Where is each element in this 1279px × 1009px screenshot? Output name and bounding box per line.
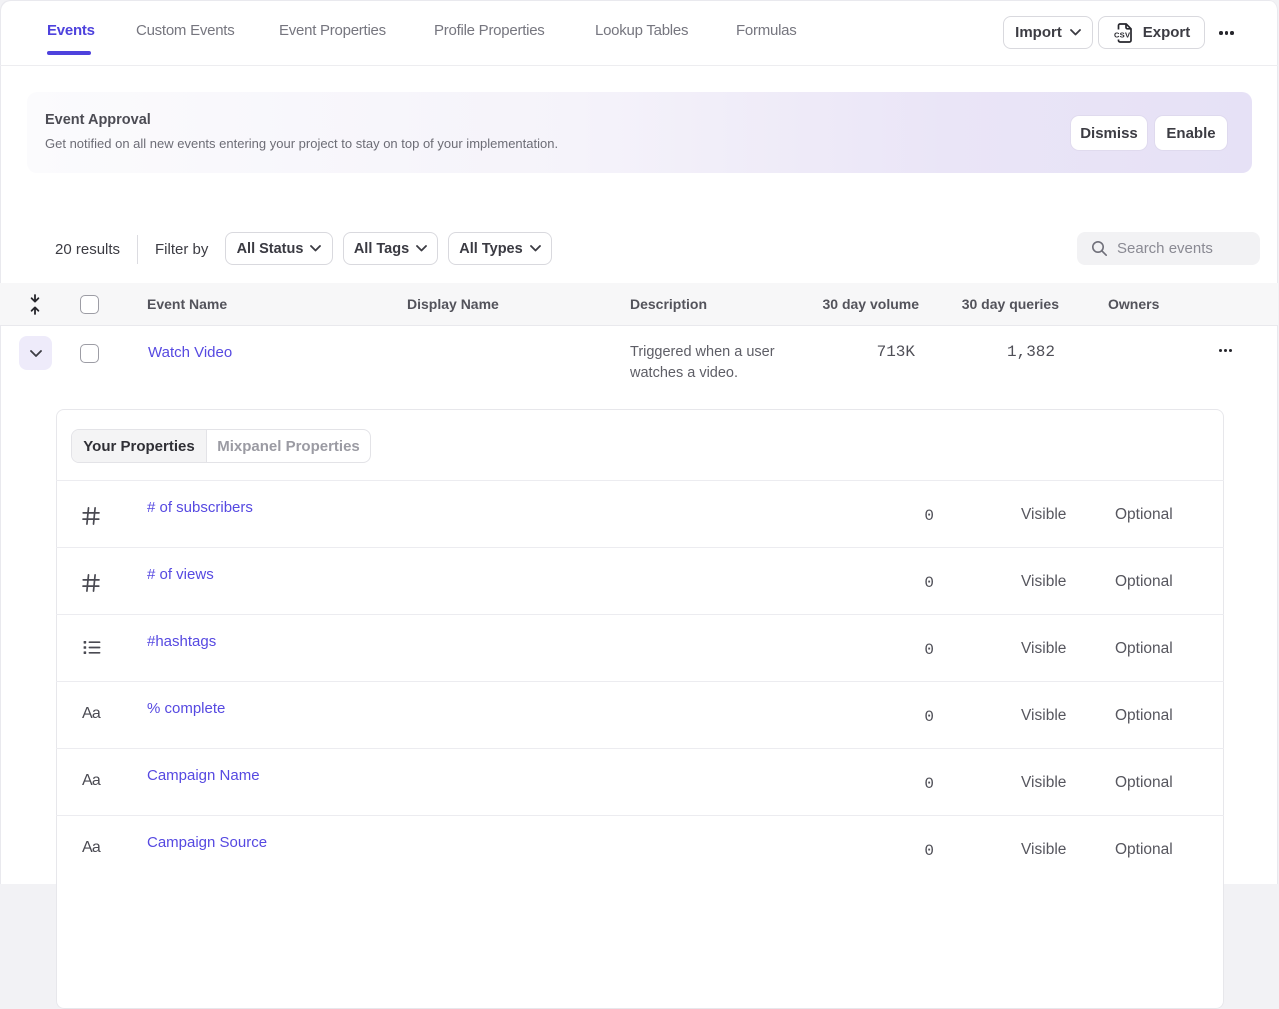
svg-text:CSV: CSV	[1114, 30, 1131, 39]
